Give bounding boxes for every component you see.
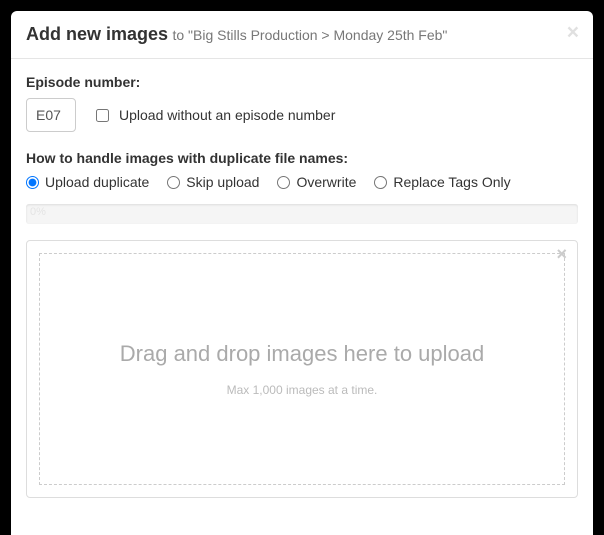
dropzone[interactable]: Drag and drop images here to upload Max …: [39, 253, 565, 485]
modal-header: Add new images to "Big Stills Production…: [11, 11, 593, 59]
add-images-modal: Add new images to "Big Stills Production…: [11, 11, 593, 535]
radio-replace-tags-label: Replace Tags Only: [393, 174, 510, 190]
radio-replace-tags[interactable]: Replace Tags Only: [374, 174, 510, 190]
upload-card: × Drag and drop images here to upload Ma…: [26, 240, 578, 498]
radio-skip-upload-input[interactable]: [167, 176, 180, 189]
upload-without-episode-checkbox[interactable]: [96, 109, 109, 122]
radio-overwrite-input[interactable]: [277, 176, 290, 189]
progress-text: 0%: [30, 206, 46, 218]
duplicate-options-row: Upload duplicate Skip upload Overwrite R…: [26, 174, 578, 190]
radio-skip-upload-label: Skip upload: [186, 174, 259, 190]
upload-without-episode-label: Upload without an episode number: [119, 107, 335, 123]
upload-without-episode-wrap: Upload without an episode number: [96, 107, 335, 123]
dropzone-main-text: Drag and drop images here to upload: [120, 341, 484, 367]
episode-row: Upload without an episode number: [26, 98, 578, 132]
modal-title: Add new images: [26, 24, 168, 44]
modal-body: Episode number: Upload without an episod…: [11, 59, 593, 513]
episode-number-input[interactable]: [26, 98, 76, 132]
radio-overwrite-label: Overwrite: [296, 174, 356, 190]
modal-subtitle: to "Big Stills Production > Monday 25th …: [172, 27, 447, 43]
radio-upload-duplicate[interactable]: Upload duplicate: [26, 174, 149, 190]
radio-upload-duplicate-label: Upload duplicate: [45, 174, 149, 190]
dropzone-sub-text: Max 1,000 images at a time.: [227, 383, 378, 397]
duplicate-handling-label: How to handle images with duplicate file…: [26, 150, 578, 166]
close-icon[interactable]: ×: [567, 22, 579, 43]
card-close-icon[interactable]: ×: [556, 245, 567, 263]
episode-number-label: Episode number:: [26, 74, 578, 90]
radio-skip-upload[interactable]: Skip upload: [167, 174, 259, 190]
radio-replace-tags-input[interactable]: [374, 176, 387, 189]
radio-upload-duplicate-input[interactable]: [26, 176, 39, 189]
upload-progress-bar: 0%: [26, 204, 578, 224]
radio-overwrite[interactable]: Overwrite: [277, 174, 356, 190]
